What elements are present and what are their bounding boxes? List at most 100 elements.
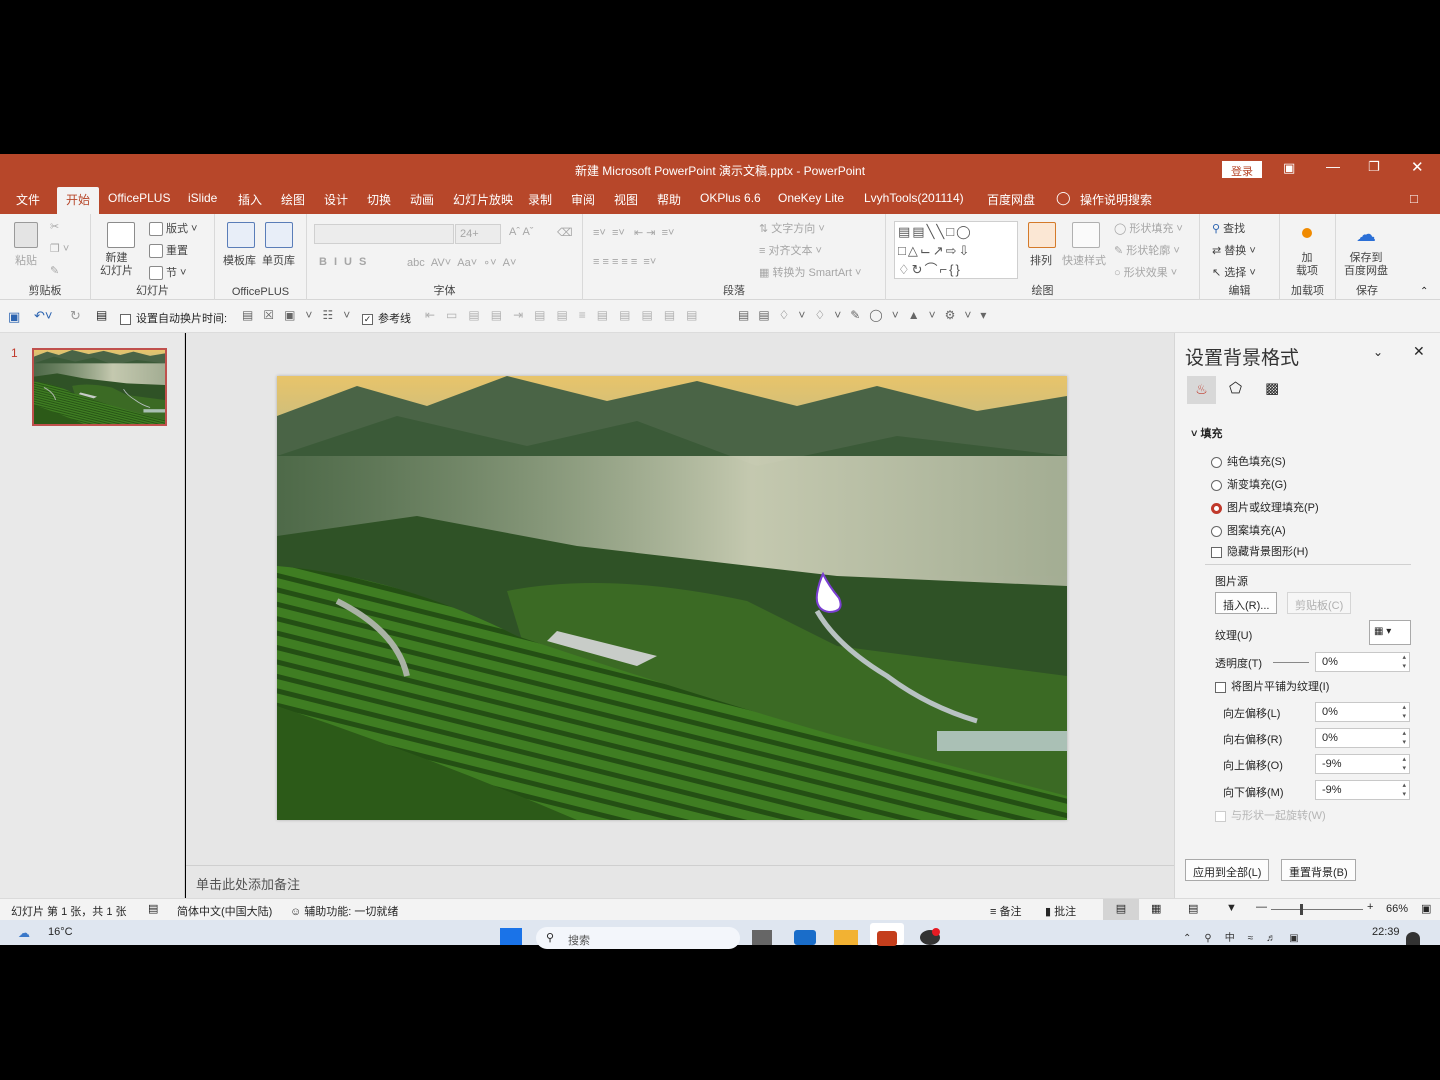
- replace-button[interactable]: ⇄ 替换 ˅: [1212, 242, 1256, 258]
- system-tray-icons[interactable]: ⌃⚲中≈♬▣: [1183, 929, 1312, 944]
- slideshow-icon[interactable]: ▼: [1226, 902, 1237, 914]
- effects-pentagon-icon[interactable]: ⬠: [1229, 379, 1242, 397]
- qat-tools-icons[interactable]: ▤☒▣˅☷˅: [242, 308, 360, 322]
- copy-icon[interactable]: ❐ ˅: [50, 242, 69, 255]
- format-painter-icon[interactable]: ✎: [50, 264, 59, 277]
- font-size-select[interactable]: 24+: [455, 224, 501, 244]
- single-page-button[interactable]: 单页库: [262, 252, 295, 268]
- insert-picture-button[interactable]: 插入(R)...: [1215, 592, 1278, 614]
- picture-icon[interactable]: ▩: [1265, 379, 1279, 397]
- zoom-in-icon[interactable]: +: [1367, 901, 1373, 913]
- comments-button[interactable]: ▮ 批注: [1045, 903, 1076, 919]
- slide-thumbnail[interactable]: [32, 348, 167, 426]
- rotate-with-shape-checkbox[interactable]: 与形状一起旋转(W): [1215, 807, 1326, 823]
- zoom-slider-thumb[interactable]: [1300, 904, 1304, 915]
- smartart-button[interactable]: ▦ 转换为 SmartArt ˅: [759, 264, 861, 280]
- notes-area[interactable]: 单击此处添加备注: [186, 865, 1174, 898]
- pane-close-icon[interactable]: ✕: [1413, 343, 1425, 360]
- qat-align-icons[interactable]: ⇤▭▤▤⇥▤▤≡▤▤▤▤▤: [425, 308, 709, 322]
- offset-top-input[interactable]: -9%: [1315, 754, 1410, 774]
- tab-onekey[interactable]: OneKey Lite: [778, 191, 844, 205]
- zoom-level[interactable]: 66%: [1386, 903, 1408, 915]
- login-button[interactable]: 登录: [1222, 161, 1262, 178]
- tab-lvyhtools[interactable]: LvyhTools(201114): [864, 191, 964, 205]
- select-button[interactable]: ↖ 选择 ˅: [1212, 264, 1256, 280]
- weather-temperature[interactable]: 16°C: [48, 926, 73, 938]
- spellcheck-icon[interactable]: ▤: [148, 902, 158, 915]
- normal-view-icon[interactable]: ▤: [1103, 899, 1139, 920]
- font-name-select[interactable]: [314, 224, 454, 244]
- windows-start-icon[interactable]: [500, 928, 522, 945]
- tab-review[interactable]: 审阅: [571, 191, 595, 208]
- font-style-icons[interactable]: BIUS: [319, 256, 373, 268]
- tab-home[interactable]: 开始: [57, 187, 100, 214]
- clipboard-button[interactable]: 剪贴板(C): [1287, 592, 1352, 614]
- comments-icon[interactable]: □: [1410, 191, 1418, 206]
- texture-picker[interactable]: ▦ ▾: [1369, 620, 1411, 645]
- reading-view-icon[interactable]: ▤: [1188, 902, 1198, 915]
- offset-bottom-input[interactable]: -9%: [1315, 780, 1410, 800]
- redo-icon[interactable]: ↻: [70, 308, 81, 324]
- save-icon[interactable]: ▣: [8, 309, 20, 325]
- mail-icon[interactable]: [794, 930, 816, 945]
- tab-okplus[interactable]: OKPlus 6.6: [700, 191, 761, 205]
- apply-to-all-button[interactable]: 应用到全部(L): [1185, 859, 1270, 881]
- clock[interactable]: 22:39: [1372, 926, 1400, 938]
- grow-font-icon[interactable]: Aˆ Aˇ: [509, 226, 533, 238]
- zoom-out-icon[interactable]: —: [1256, 901, 1267, 913]
- text-direction-button[interactable]: ⇅ 文字方向 ˅: [759, 220, 825, 236]
- addins-button[interactable]: 加 载项: [1296, 252, 1318, 278]
- tab-help[interactable]: 帮助: [657, 191, 681, 208]
- weather-icon[interactable]: ☁: [18, 926, 30, 940]
- tab-transitions[interactable]: 切换: [367, 191, 391, 208]
- restore-icon[interactable]: ❐: [1368, 159, 1380, 175]
- align-text-button[interactable]: ≡ 对齐文本 ˅: [759, 242, 822, 258]
- close-icon[interactable]: ✕: [1411, 158, 1424, 176]
- ribbon-display-icon[interactable]: ▣: [1283, 160, 1295, 176]
- accessibility-status[interactable]: ☺ 辅助功能: 一切就绪: [290, 903, 398, 919]
- zoom-slider[interactable]: [1271, 904, 1363, 915]
- offset-left-input[interactable]: 0%: [1315, 702, 1410, 722]
- tab-animations[interactable]: 动画: [410, 191, 434, 208]
- clear-format-icon[interactable]: ⌫: [557, 226, 573, 239]
- align-icons[interactable]: ≡ ≡ ≡ ≡ ≡ ≡˅: [593, 256, 656, 268]
- tab-baidu[interactable]: 百度网盘: [987, 191, 1035, 208]
- tab-design[interactable]: 设计: [324, 191, 348, 208]
- fit-to-window-icon[interactable]: ▣: [1421, 902, 1431, 915]
- quick-styles-button[interactable]: 快速样式: [1062, 252, 1106, 268]
- fill-section-header[interactable]: ˅ 填充: [1191, 425, 1222, 441]
- reset-background-button[interactable]: 重置背景(B): [1281, 859, 1356, 881]
- tab-record[interactable]: 录制: [528, 191, 552, 208]
- file-explorer-icon[interactable]: [834, 930, 858, 945]
- undo-icon[interactable]: ↶˅: [34, 308, 52, 324]
- pane-options-chevron-icon[interactable]: ⌄: [1373, 345, 1383, 359]
- slide-canvas[interactable]: [277, 376, 1067, 820]
- section-button[interactable]: 节 ˅: [149, 264, 186, 281]
- gradient-fill-radio[interactable]: 渐变填充(G): [1211, 476, 1287, 492]
- powerpoint-taskbar-button[interactable]: [870, 923, 904, 946]
- pattern-fill-radio[interactable]: 图案填充(A): [1211, 522, 1286, 538]
- notification-icon[interactable]: [1406, 932, 1420, 945]
- guides-checkbox[interactable]: ✓ 参考线: [362, 310, 411, 326]
- transparency-input[interactable]: 0%: [1315, 652, 1410, 672]
- tab-view[interactable]: 视图: [614, 191, 638, 208]
- paste-button[interactable]: 粘贴: [15, 252, 37, 268]
- bullets-icon[interactable]: ≡˅ ≡˅ ⇤ ⇥ ≡˅: [593, 226, 674, 239]
- task-view-icon[interactable]: [752, 930, 772, 945]
- language[interactable]: 简体中文(中国大陆): [177, 903, 272, 919]
- strikethrough-icon[interactable]: abc AV˅ Aa˅ ∘˅ A˅: [407, 256, 516, 269]
- picture-fill-radio[interactable]: 图片或纹理填充(P): [1211, 499, 1319, 515]
- template-button[interactable]: 模板库: [223, 252, 256, 268]
- tab-file[interactable]: 文件: [16, 191, 40, 208]
- qat-more-icons[interactable]: ▤▤♢˅♢˅✎◯˅▲˅⚙˅▾: [738, 308, 995, 322]
- tab-draw[interactable]: 绘图: [281, 191, 305, 208]
- find-button[interactable]: ⚲ 查找: [1212, 220, 1245, 236]
- save-to-baidu-button[interactable]: 保存到 百度网盘: [1344, 252, 1388, 278]
- arrange-button[interactable]: 排列: [1030, 252, 1052, 268]
- shapes-gallery[interactable]: ▤▤╲╲□◯ □△⌙↗⇨⇩ ♢↻⌒⌐{}: [894, 221, 1018, 279]
- transparency-slider[interactable]: [1273, 662, 1309, 663]
- offset-right-input[interactable]: 0%: [1315, 728, 1410, 748]
- taskbar-search[interactable]: 搜索: [536, 927, 740, 949]
- solid-fill-radio[interactable]: 纯色填充(S): [1211, 453, 1286, 469]
- fill-bucket-icon[interactable]: ♨: [1187, 376, 1216, 404]
